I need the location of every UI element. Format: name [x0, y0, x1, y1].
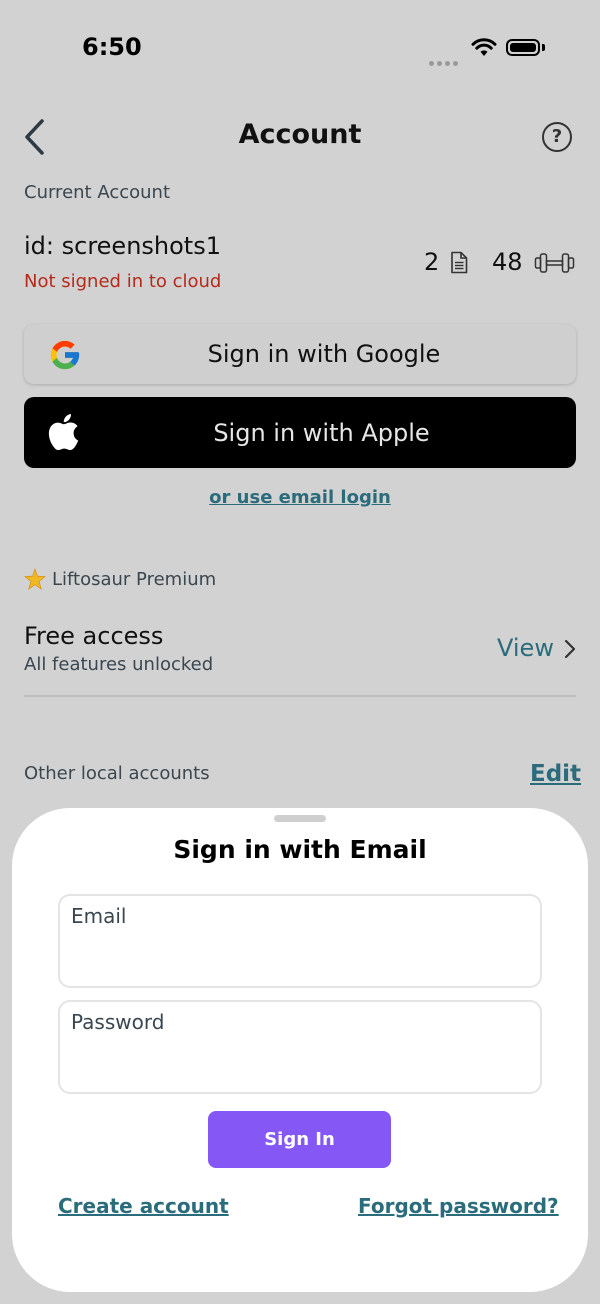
exercise-count: 48: [492, 248, 523, 276]
email-input[interactable]: [71, 938, 525, 964]
google-button-label: Sign in with Google: [207, 340, 441, 368]
status-time: 6:50: [82, 33, 142, 61]
program-count: 2: [424, 248, 440, 276]
current-account-label: Current Account: [24, 182, 171, 203]
sign-in-button[interactable]: Sign In: [208, 1111, 391, 1168]
sparkle-star-icon: [23, 567, 47, 595]
email-field-label: Email: [71, 904, 127, 928]
password-field[interactable]: Password: [58, 1000, 542, 1094]
document-icon: [450, 251, 468, 278]
sheet-drag-handle[interactable]: [274, 815, 326, 822]
forgot-password-link[interactable]: Forgot password?: [358, 1194, 559, 1218]
cloud-status-text: Not signed in to cloud: [24, 271, 222, 292]
email-login-link[interactable]: or use email login: [0, 487, 600, 508]
sheet-title: Sign in with Email: [173, 835, 427, 864]
section-divider: [24, 695, 576, 697]
plan-title: Free access: [24, 622, 164, 650]
account-id: id: screenshots1: [24, 232, 221, 260]
premium-section-label: Liftosaur Premium: [52, 569, 217, 590]
apple-button-label: Sign in with Apple: [213, 419, 430, 447]
view-plan-link[interactable]: View: [497, 634, 554, 662]
battery-icon: [506, 39, 540, 56]
help-button[interactable]: ?: [542, 122, 572, 152]
page-title: Account: [238, 119, 362, 150]
password-input[interactable]: [71, 1044, 525, 1070]
password-field-label: Password: [71, 1010, 165, 1034]
other-accounts-label: Other local accounts: [24, 763, 210, 784]
question-mark-icon: ?: [551, 126, 563, 147]
cellular-signal-icon: [429, 51, 461, 70]
wifi-icon: [471, 38, 497, 61]
create-account-link[interactable]: Create account: [58, 1194, 229, 1218]
dumbbell-icon: [533, 252, 576, 278]
battery-cap: [542, 44, 545, 51]
chevron-right-icon[interactable]: [563, 639, 577, 663]
plan-subtitle: All features unlocked: [24, 654, 214, 675]
email-field[interactable]: Email: [58, 894, 542, 988]
edit-accounts-button[interactable]: Edit: [530, 761, 581, 787]
